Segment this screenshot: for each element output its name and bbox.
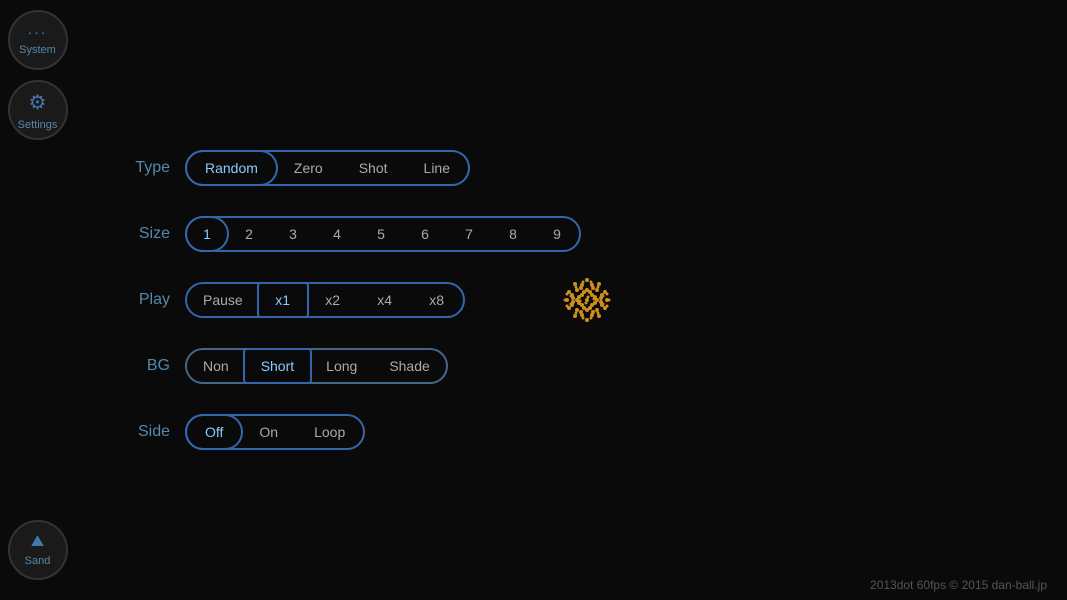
type-row: Type Random Zero Shot Line — [120, 150, 1027, 186]
side-off-button[interactable]: Off — [185, 414, 243, 450]
gear-icon: ⚙ — [29, 90, 47, 115]
settings-button[interactable]: ⚙ Settings — [8, 80, 68, 140]
play-group: Pause x1 x2 x4 x8 — [185, 282, 465, 318]
size-7-button[interactable]: 7 — [447, 218, 491, 250]
side-group: Off On Loop — [185, 414, 365, 450]
type-zero-button[interactable]: Zero — [276, 152, 341, 184]
sand-visualization — [527, 240, 647, 360]
size-4-button[interactable]: 4 — [315, 218, 359, 250]
sidebar: ··· System ⚙ Settings ⛰ Sand — [0, 0, 75, 600]
size-3-button[interactable]: 3 — [271, 218, 315, 250]
bg-shade-button[interactable]: Shade — [373, 350, 445, 382]
bg-non-button[interactable]: Non — [187, 350, 245, 382]
play-x1-button[interactable]: x1 — [257, 282, 309, 318]
settings-label: Settings — [18, 119, 58, 131]
size-label: Size — [120, 225, 170, 243]
side-on-button[interactable]: On — [241, 416, 296, 448]
type-line-button[interactable]: Line — [406, 152, 468, 184]
play-x8-button[interactable]: x8 — [411, 284, 463, 316]
sand-icon: ⛰ — [31, 533, 44, 551]
size-group: 1 2 3 4 5 6 7 8 9 — [185, 216, 581, 252]
size-5-button[interactable]: 5 — [359, 218, 403, 250]
side-label: Side — [120, 423, 170, 441]
size-6-button[interactable]: 6 — [403, 218, 447, 250]
bg-long-button[interactable]: Long — [310, 350, 373, 382]
side-loop-button[interactable]: Loop — [296, 416, 363, 448]
play-x4-button[interactable]: x4 — [359, 284, 411, 316]
system-label: System — [19, 44, 56, 56]
type-random-button[interactable]: Random — [185, 150, 278, 186]
play-label: Play — [120, 291, 170, 309]
type-shot-button[interactable]: Shot — [341, 152, 406, 184]
type-label: Type — [120, 159, 170, 177]
bg-group: Non Short Long Shade — [185, 348, 448, 384]
sand-button[interactable]: ⛰ Sand — [8, 520, 68, 580]
play-pause-button[interactable]: Pause — [187, 284, 259, 316]
size-2-button[interactable]: 2 — [227, 218, 271, 250]
footer-text: 2013dot 60fps © 2015 dan-ball.jp — [870, 578, 1047, 592]
side-row: Side Off On Loop — [120, 414, 1027, 450]
bg-label: BG — [120, 357, 170, 375]
sand-label: Sand — [25, 555, 51, 567]
system-button[interactable]: ··· System — [8, 10, 68, 70]
size-1-button[interactable]: 1 — [185, 216, 229, 252]
dots-icon: ··· — [28, 24, 48, 40]
play-x2-button[interactable]: x2 — [307, 284, 359, 316]
type-group: Random Zero Shot Line — [185, 150, 470, 186]
bg-short-button[interactable]: Short — [243, 348, 312, 384]
footer: 2013dot 60fps © 2015 dan-ball.jp — [870, 578, 1047, 592]
